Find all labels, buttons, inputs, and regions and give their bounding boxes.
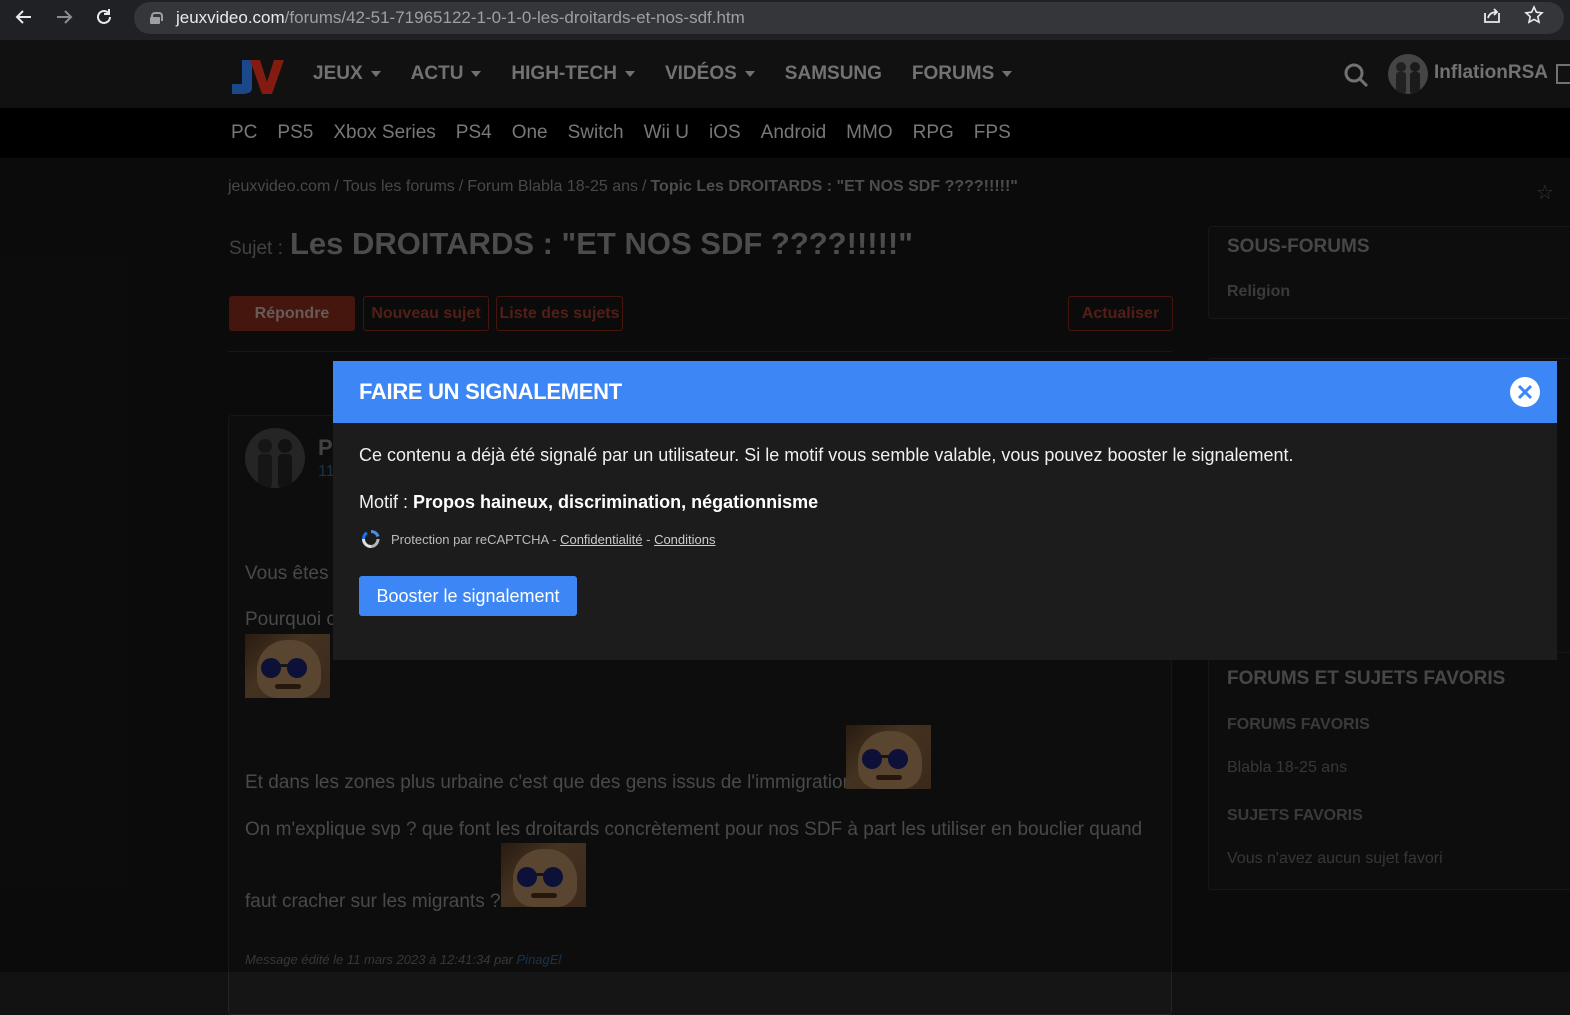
share-icon[interactable] xyxy=(1482,5,1502,31)
privacy-link[interactable]: Confidentialité xyxy=(560,532,642,547)
back-icon[interactable] xyxy=(4,0,44,34)
browser-toolbar: jeuxvideo.com/forums/42-51-71965122-1-0-… xyxy=(0,0,1570,40)
url-domain: jeuxvideo.com xyxy=(176,8,285,27)
report-modal: FAIRE UN SIGNALEMENT Ce contenu a déjà é… xyxy=(333,361,1557,660)
url-path: /forums/42-51-71965122-1-0-1-0-les-droit… xyxy=(284,8,745,27)
reload-icon[interactable] xyxy=(84,0,124,34)
modal-header: FAIRE UN SIGNALEMENT xyxy=(333,361,1557,423)
terms-link[interactable]: Conditions xyxy=(654,532,715,547)
recaptcha-notice: Protection par reCAPTCHA - Confidentiali… xyxy=(359,527,716,551)
boost-report-button[interactable]: Booster le signalement xyxy=(359,576,577,616)
modal-title: FAIRE UN SIGNALEMENT xyxy=(359,379,622,404)
report-motif-value: Propos haineux, discrimination, négation… xyxy=(413,492,819,512)
close-icon[interactable] xyxy=(1510,377,1540,407)
forward-icon[interactable] xyxy=(44,0,84,34)
lock-icon xyxy=(150,12,163,24)
address-bar[interactable]: jeuxvideo.com/forums/42-51-71965122-1-0-… xyxy=(134,2,1564,34)
recaptcha-icon xyxy=(361,530,380,548)
modal-message: Ce contenu a déjà été signalé par un uti… xyxy=(359,445,1294,465)
report-motif: Motif : Propos haineux, discrimination, … xyxy=(359,492,819,512)
bookmark-star-icon[interactable] xyxy=(1524,5,1544,31)
